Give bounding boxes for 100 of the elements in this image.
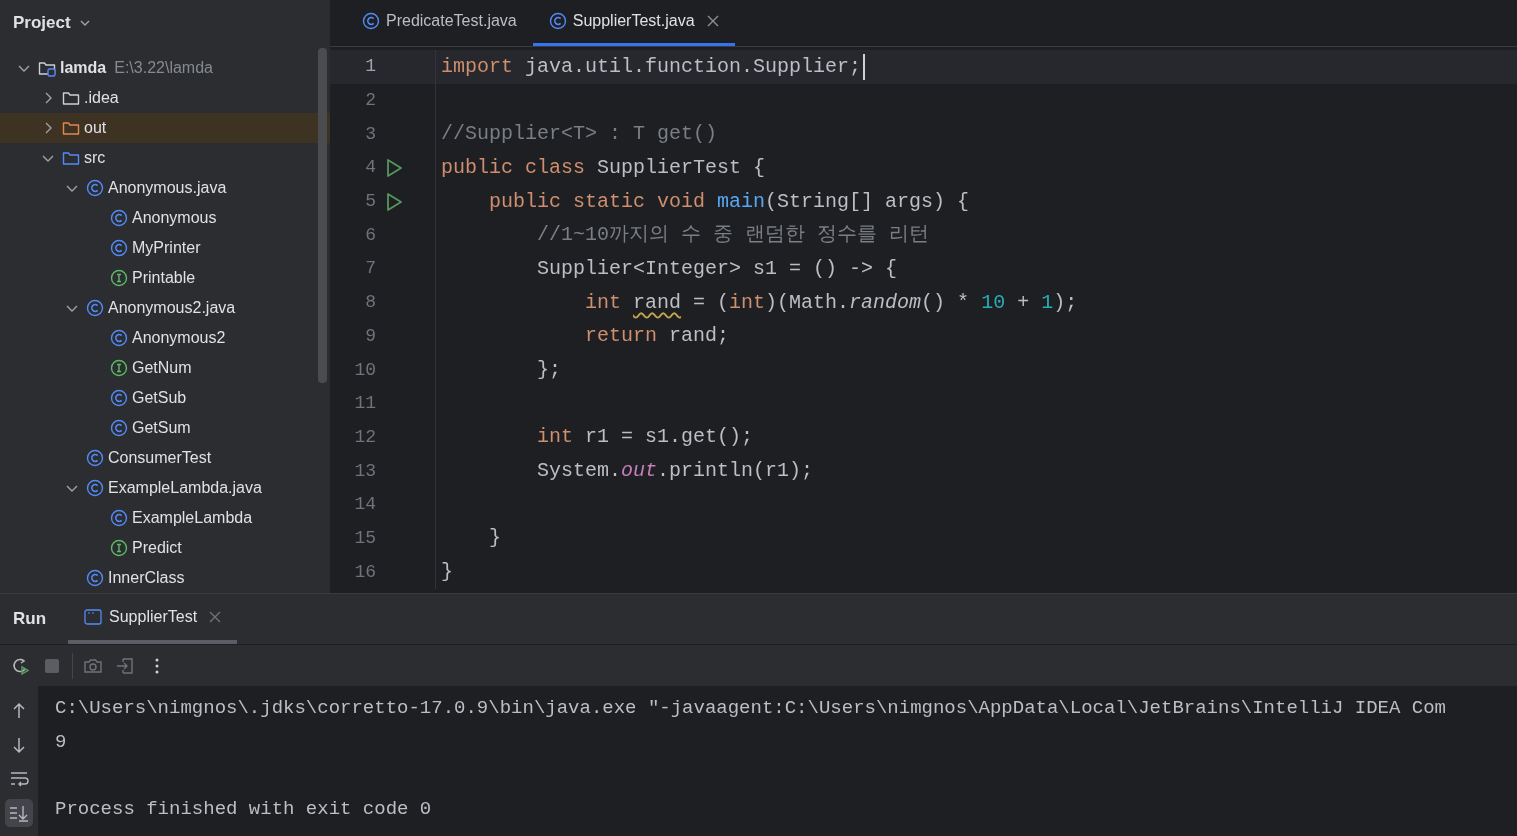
line-number: 11 [353, 392, 376, 416]
run-icon[interactable] [384, 191, 404, 212]
class-icon [110, 389, 128, 407]
tree-item[interactable]: MyPrinter [0, 233, 330, 263]
class-icon [110, 329, 128, 347]
tree-item[interactable]: ConsumerTest [0, 443, 330, 473]
tree-item[interactable]: GetSum [0, 413, 330, 443]
tree-item[interactable]: Anonymous2 [0, 323, 330, 353]
panel-title[interactable]: Project [13, 9, 71, 36]
sign-in-icon[interactable] [115, 655, 135, 676]
line-number: 3 [364, 122, 376, 146]
console-line: C:\Users\nimgnos\.jdks\corretto-17.0.9\bin\java.exe "-javaagent:C:\Users\nimgnos\AppData\Local\JetBrains\IntelliJ IDEA Com [55, 696, 1448, 721]
code-line: }; [536, 357, 562, 384]
console-icon [84, 609, 103, 625]
tree-item[interactable]: Anonymous.java [0, 173, 330, 203]
scrollbar-thumb[interactable] [318, 48, 327, 383]
line-number: 13 [353, 459, 376, 483]
item-label: GetNum [132, 358, 192, 378]
line-number: 12 [353, 425, 376, 449]
code-line: Supplier<Integer> s1 = () -> { [536, 255, 898, 282]
line-number: 4 [364, 156, 376, 180]
tree-item[interactable]: ExampleLambda.java [0, 473, 330, 503]
line-number: 8 [364, 291, 376, 315]
item-label: ExampleLambda.java [108, 478, 262, 498]
console-line: 9 [55, 729, 68, 755]
scroll-to-end-icon[interactable] [5, 799, 33, 827]
code-line: int r1 = s1.get(); [536, 424, 754, 451]
class-icon [110, 239, 128, 257]
close-icon[interactable] [209, 611, 222, 623]
line-number: 10 [353, 358, 376, 382]
code-line: } [440, 559, 453, 586]
item-label: src [84, 148, 106, 168]
code-line: System.out.println(r1); [536, 458, 814, 485]
interface-icon [110, 359, 128, 377]
class-icon [110, 419, 128, 437]
tree-item[interactable]: Predict [0, 533, 330, 563]
tree-item[interactable]: out [0, 113, 330, 143]
tree-item[interactable]: InnerClass [0, 563, 330, 593]
item-label: Anonymous [132, 208, 217, 228]
class-icon [110, 209, 128, 227]
class-icon [86, 179, 104, 197]
panel-title: Run [13, 608, 47, 631]
item-label: .idea [84, 88, 119, 108]
folder-icon [62, 89, 80, 107]
run-icon[interactable] [384, 157, 404, 178]
item-label: ExampleLambda [132, 508, 253, 528]
item-label: Predict [132, 538, 182, 558]
class-icon [86, 299, 104, 317]
line-number: 7 [364, 257, 376, 281]
close-icon[interactable] [706, 15, 719, 27]
class-icon [86, 479, 104, 497]
tree-item[interactable]: Anonymous [0, 203, 330, 233]
item-label: MyPrinter [132, 238, 201, 258]
line-number: 14 [353, 493, 376, 517]
item-label: Anonymous.java [108, 178, 227, 198]
item-label: InnerClass [108, 568, 185, 588]
class-icon [110, 509, 128, 527]
editor-tab[interactable]: PredicateTest.java [346, 0, 533, 46]
code-line: public class SupplierTest { [440, 154, 766, 181]
tree-item[interactable]: Anonymous2.java [0, 293, 330, 323]
code-line: } [488, 525, 501, 552]
tree-item[interactable]: .idea [0, 83, 330, 113]
line-number: 2 [364, 89, 376, 113]
class-icon [548, 12, 567, 30]
line-number: 5 [364, 190, 376, 214]
item-label: lamda [60, 58, 107, 78]
item-label: GetSum [132, 418, 191, 438]
item-label: Anonymous2 [132, 328, 226, 348]
tree-item[interactable]: ExampleLambda [0, 503, 330, 533]
item-label: GetSub [132, 388, 187, 408]
code-line: public static void main(String[] args) { [488, 188, 970, 215]
tree-item[interactable]: Printable [0, 263, 330, 293]
path-hint: E:\3.22\lamda [114, 58, 213, 78]
item-label: Anonymous2.java [108, 298, 236, 318]
code-line: //Supplier<T> : T get() [440, 121, 718, 148]
folder-icon [62, 149, 80, 167]
line-number: 16 [353, 560, 376, 584]
folder-icon [62, 119, 80, 137]
line-number: 6 [364, 223, 376, 247]
class-icon [362, 12, 380, 30]
line-number: 15 [353, 526, 376, 550]
text-cursor [863, 53, 866, 80]
class-icon [86, 569, 104, 587]
tree-item[interactable]: src [0, 143, 330, 173]
item-label: out [84, 118, 107, 138]
code-line: //1~10까지의 수 중 랜덤한 정수를 리턴 [536, 222, 930, 249]
code-line: int rand = (int)(Math.random() * 10 + 1); [584, 289, 1078, 316]
interface-icon [110, 269, 128, 287]
code-line: import java.util.function.Supplier; [440, 53, 862, 80]
module-folder-icon [38, 59, 56, 77]
tree-item[interactable]: GetSub [0, 383, 330, 413]
editor-tab[interactable]: SupplierTest.java [532, 0, 735, 46]
interface-icon [110, 539, 128, 557]
class-icon [86, 449, 104, 467]
console-line: Process finished with exit code 0 [55, 797, 433, 823]
code-line: return rand; [584, 323, 730, 350]
line-number: 1 [364, 55, 376, 79]
rerun-icon[interactable] [10, 655, 30, 676]
tree-item[interactable]: lamda E:\3.22\lamda [0, 53, 330, 83]
tree-item[interactable]: GetNum [0, 353, 330, 383]
